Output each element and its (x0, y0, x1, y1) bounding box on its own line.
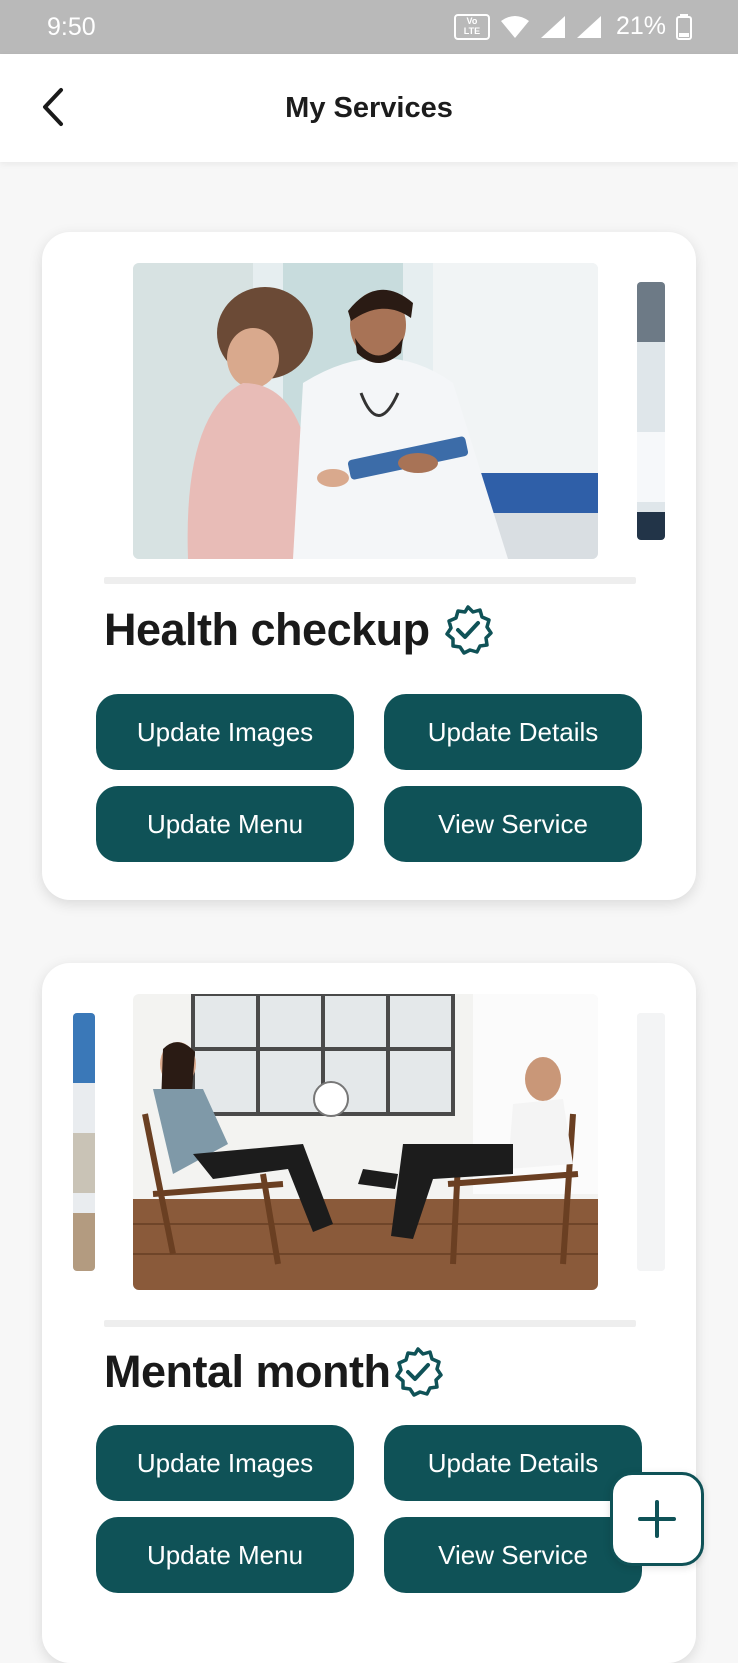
service-title: Mental month (104, 1346, 391, 1397)
app-header: My Services (0, 54, 738, 162)
card-title-row: Mental month (104, 1346, 444, 1398)
battery-icon (676, 13, 692, 40)
signal-icon (540, 15, 566, 39)
volte-icon: Vo LTE (453, 13, 490, 40)
service-image (133, 994, 598, 1290)
update-images-button[interactable]: Update Images (96, 694, 354, 770)
service-card: Mental month Update Images Update Detail… (42, 963, 696, 1663)
service-image (133, 263, 598, 559)
view-service-button[interactable]: View Service (384, 786, 642, 862)
update-details-button[interactable]: Update Details (384, 1425, 642, 1501)
update-details-button[interactable]: Update Details (384, 694, 642, 770)
service-card: Health checkup Update Images Update Deta… (42, 232, 696, 900)
next-image-preview (637, 282, 665, 540)
page-title: My Services (285, 92, 453, 124)
status-icons: Vo LTE 21% (453, 12, 692, 41)
next-image-preview (637, 1013, 665, 1271)
status-time: 9:50 (47, 13, 96, 41)
battery-percent: 21% (615, 12, 666, 40)
service-title: Health checkup (104, 604, 430, 655)
update-menu-button[interactable]: Update Menu (96, 1517, 354, 1593)
plus-icon (638, 1500, 676, 1538)
verified-badge-icon (395, 1347, 444, 1397)
update-menu-button[interactable]: Update Menu (96, 786, 354, 862)
divider (104, 577, 636, 584)
divider (104, 1320, 636, 1327)
verified-badge-icon (444, 605, 493, 655)
image-carousel[interactable] (42, 963, 696, 1290)
wifi-icon (500, 15, 530, 39)
view-service-button[interactable]: View Service (384, 1517, 642, 1593)
status-bar: 9:50 Vo LTE 21% (0, 0, 738, 54)
card-title-row: Health checkup (104, 604, 494, 656)
image-carousel[interactable] (42, 232, 696, 559)
previous-image-preview (73, 1013, 95, 1271)
signal-icon-2 (576, 15, 602, 39)
update-images-button[interactable]: Update Images (96, 1425, 354, 1501)
add-service-button[interactable] (610, 1472, 704, 1566)
